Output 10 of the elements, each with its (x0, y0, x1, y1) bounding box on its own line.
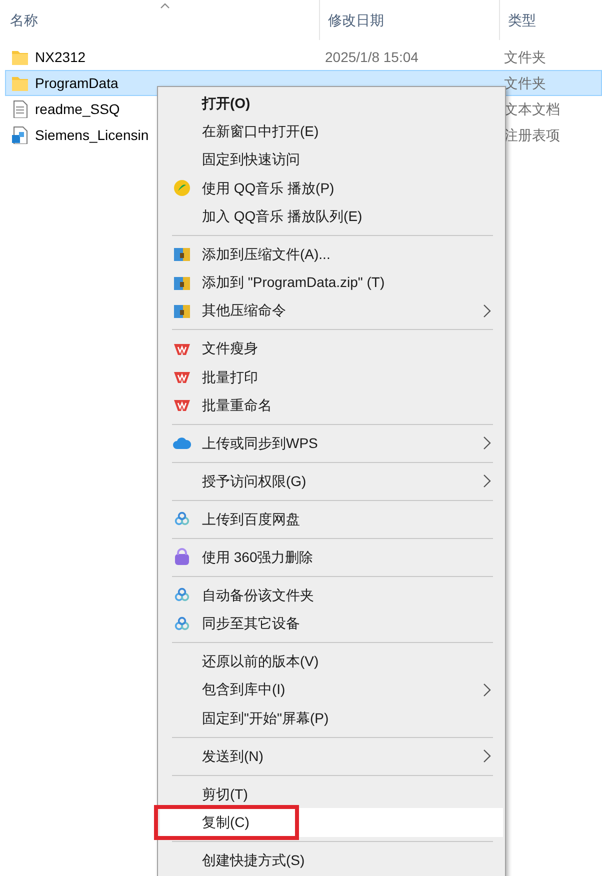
file-type: 文件夹 (504, 48, 546, 66)
file-type: 文件夹 (504, 74, 546, 92)
file-name: Siemens_Licensin (35, 126, 149, 142)
column-label: 修改日期 (328, 10, 384, 30)
column-label: 名称 (10, 10, 38, 30)
file-name: ProgramData (35, 74, 118, 90)
column-label: 类型 (508, 10, 536, 30)
file-name: NX2312 (35, 48, 86, 64)
file-date: 2025/1/8 15:04 (325, 48, 418, 64)
file-name: readme_SSQ (35, 100, 120, 116)
